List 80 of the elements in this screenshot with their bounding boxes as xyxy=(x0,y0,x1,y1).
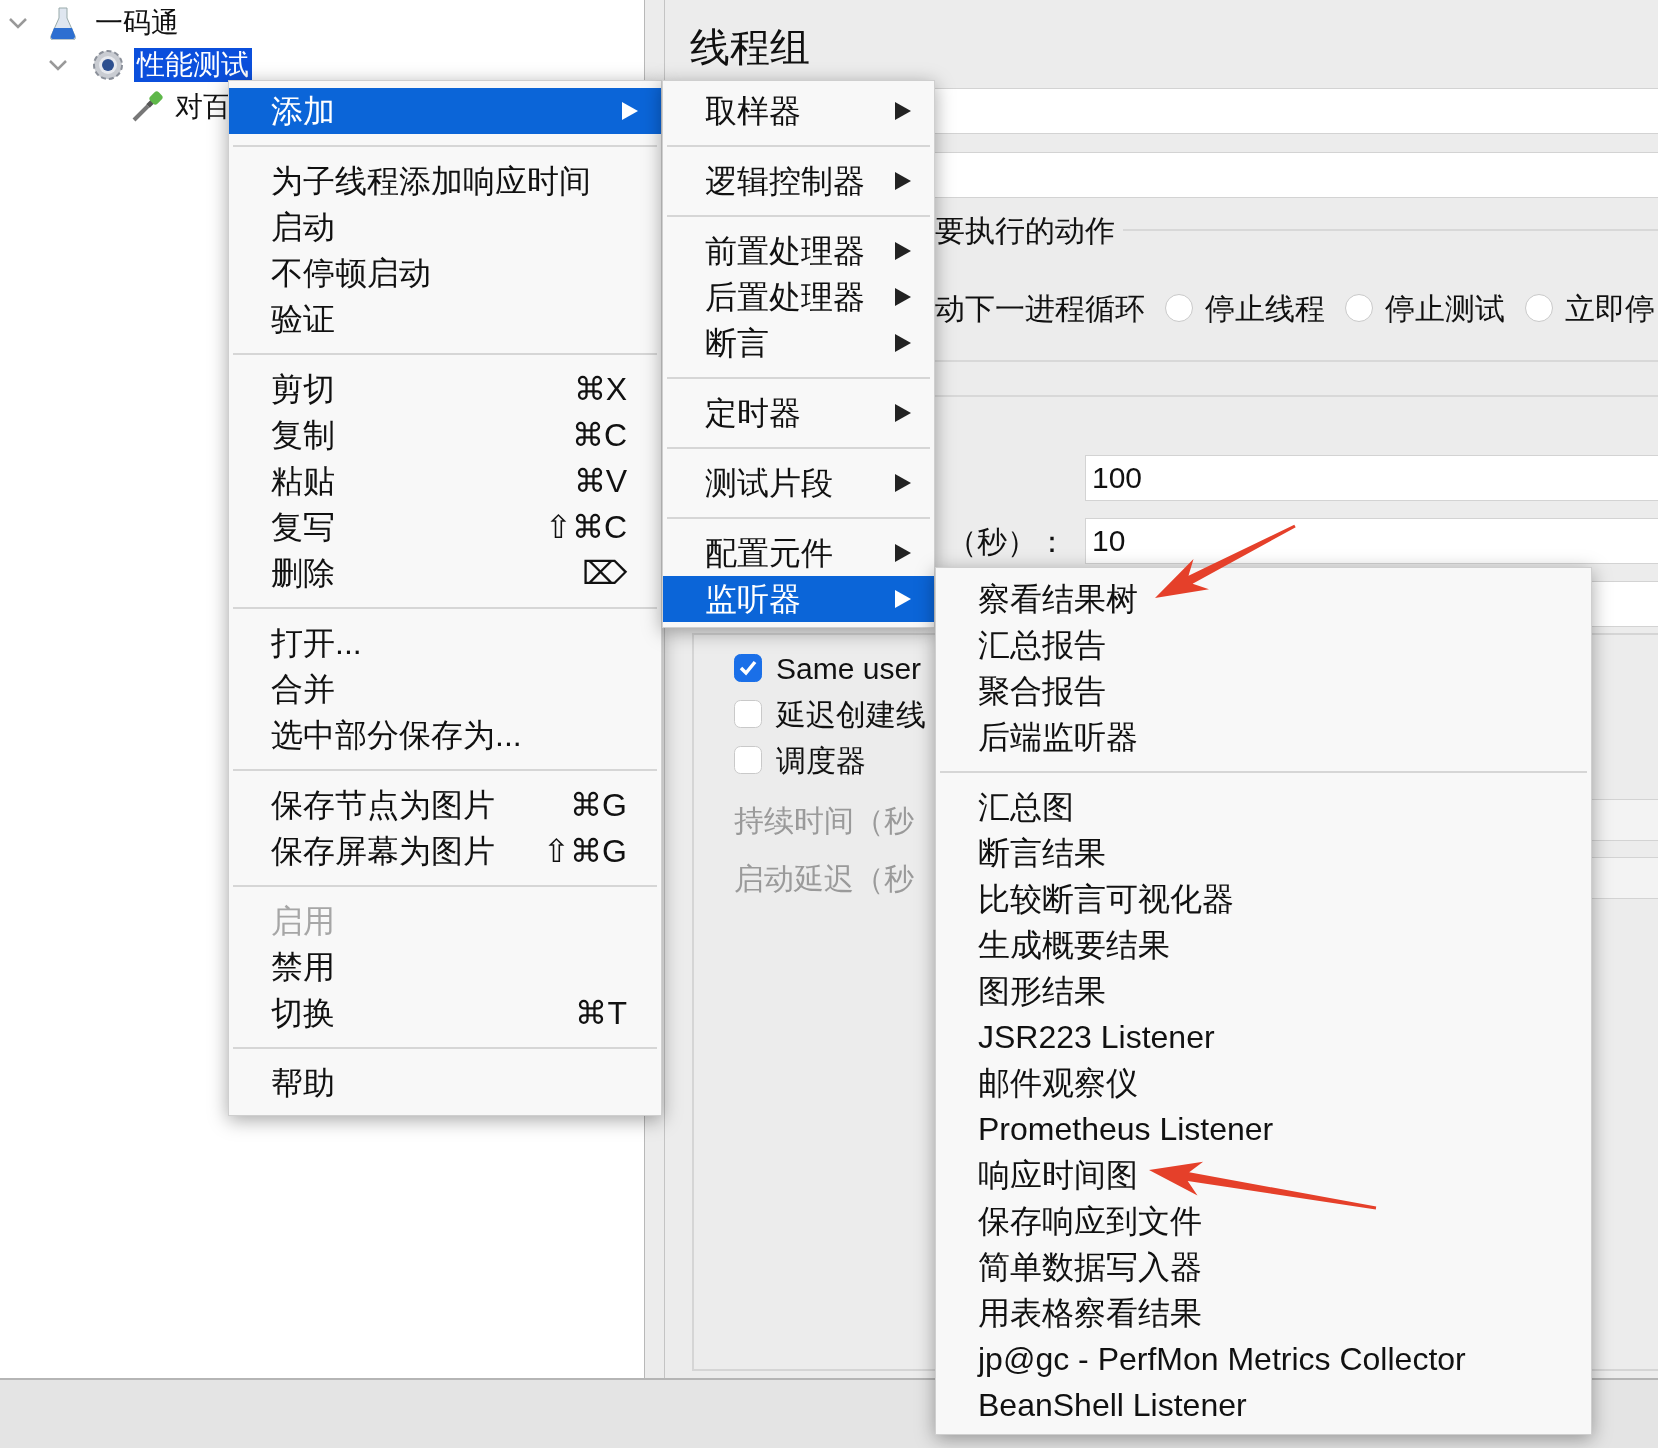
menu-item[interactable]: 察看结果树 xyxy=(936,576,1591,622)
chevron-icon[interactable] xyxy=(48,58,68,72)
menu-item[interactable]: 保存屏幕为图片 ⇧⌘G xyxy=(229,828,661,874)
menu-item[interactable]: 简单数据写入器 xyxy=(936,1244,1591,1290)
menu-item[interactable]: 断言 xyxy=(663,320,934,366)
menu-item[interactable]: 测试片段 xyxy=(663,460,934,506)
gear-icon xyxy=(90,47,126,83)
tree-item[interactable]: 性能测试 xyxy=(134,48,252,82)
menu-item[interactable]: 选中部分保存为... xyxy=(229,712,661,758)
menu-item[interactable]: 响应时间图 xyxy=(936,1152,1591,1198)
input-field[interactable]: 10 xyxy=(1085,518,1658,564)
menu-item[interactable]: 删除 ⌦ xyxy=(229,550,661,596)
menu-item[interactable]: 剪切 ⌘X xyxy=(229,366,661,412)
panel-title: 线程组 xyxy=(690,24,811,71)
menu-item[interactable]: 断言结果 xyxy=(936,830,1591,876)
field-label: 持续时间（秒 xyxy=(734,802,914,839)
menu-item[interactable]: 复写 ⇧⌘C xyxy=(229,504,661,550)
menu-item[interactable]: JSR223 Listener xyxy=(936,1014,1591,1060)
radio-label: 停止线程 xyxy=(1205,290,1325,327)
menu-item[interactable]: 粘贴 ⌘V xyxy=(229,458,661,504)
menu-item[interactable]: 监听器 xyxy=(663,576,934,622)
menu-item[interactable]: 不停顿启动 xyxy=(229,250,661,296)
radio-button[interactable] xyxy=(1345,294,1373,322)
menu-item[interactable]: 保存响应到文件 xyxy=(936,1198,1591,1244)
menu-item[interactable]: jp@gc - PerfMon Metrics Collector xyxy=(936,1336,1591,1382)
menu-item[interactable]: 用表格察看结果 xyxy=(936,1290,1591,1336)
menu-item[interactable]: 切换 ⌘T xyxy=(229,990,661,1036)
shortcut: ⌘T xyxy=(575,994,628,1033)
menu-item[interactable]: 后端监听器 xyxy=(936,714,1591,760)
group-legend: 要执行的动作 xyxy=(935,207,1115,253)
menu-item[interactable]: 汇总图 xyxy=(936,784,1591,830)
menu-item[interactable]: 启动 xyxy=(229,204,661,250)
menu-item[interactable]: 后置处理器 xyxy=(663,274,934,320)
checkbox-label: Same user xyxy=(776,650,922,687)
menu-item[interactable]: BeanShell Listener xyxy=(936,1382,1591,1428)
menu-item[interactable]: 逻辑控制器 xyxy=(663,158,934,204)
menu-item[interactable]: 生成概要结果 xyxy=(936,922,1591,968)
radio-button[interactable] xyxy=(1525,294,1553,322)
menu-item[interactable]: 打开... xyxy=(229,620,661,666)
radio-button[interactable] xyxy=(1165,294,1193,322)
menu-item[interactable]: 保存节点为图片 ⌘G xyxy=(229,782,661,828)
menu-item[interactable]: 聚合报告 xyxy=(936,668,1591,714)
menu-item[interactable]: 验证 xyxy=(229,296,661,342)
menu-item[interactable]: 取样器 xyxy=(663,88,934,134)
menu-item[interactable]: 帮助 xyxy=(229,1060,661,1106)
menu-item[interactable]: 合并 xyxy=(229,666,661,712)
menu-item[interactable]: Prometheus Listener xyxy=(936,1106,1591,1152)
checkbox[interactable] xyxy=(734,700,762,728)
shortcut: ⌘X xyxy=(573,370,628,409)
field-label: （秒）： xyxy=(947,524,1067,558)
menu-item[interactable]: 汇总报告 xyxy=(936,622,1591,668)
radio-label: 立即停 xyxy=(1565,290,1655,327)
input-field[interactable]: 100 xyxy=(1085,455,1658,501)
pipette-icon xyxy=(130,90,164,124)
flask-icon xyxy=(50,6,76,40)
shortcut: ⌘V xyxy=(573,462,628,501)
chevron-icon[interactable] xyxy=(8,16,28,30)
checkbox[interactable] xyxy=(734,654,762,682)
radio-label: 停止测试 xyxy=(1385,290,1505,327)
shortcut: ⌦ xyxy=(582,554,628,593)
menu-item[interactable]: 配置元件 xyxy=(663,530,934,576)
checkbox[interactable] xyxy=(734,746,762,774)
shortcut: ⇧⌘G xyxy=(543,832,628,871)
shortcut: ⌘G xyxy=(570,786,628,825)
menu-item[interactable]: 复制 ⌘C xyxy=(229,412,661,458)
menu-item[interactable]: 邮件观察仪 xyxy=(936,1060,1591,1106)
menu-item[interactable]: 比较断言可视化器 xyxy=(936,876,1591,922)
menu-item[interactable]: 禁用 xyxy=(229,944,661,990)
option-label: 动下一进程循环 xyxy=(935,290,1145,327)
menu-item[interactable]: 定时器 xyxy=(663,390,934,436)
menu-item[interactable]: 前置处理器 xyxy=(663,228,934,274)
shortcut: ⇧⌘C xyxy=(544,508,628,547)
menu-item[interactable]: 图形结果 xyxy=(936,968,1591,1014)
checkbox-label: 调度器 xyxy=(776,742,866,779)
tree-item[interactable]: 一码通 xyxy=(92,6,182,40)
menu-item[interactable]: 为子线程添加响应时间 xyxy=(229,158,661,204)
shortcut: ⌘C xyxy=(571,416,628,455)
menu-item[interactable]: 添加 xyxy=(229,88,661,134)
checkbox-label: 延迟创建线 xyxy=(776,696,926,733)
field-label: 启动延迟（秒 xyxy=(734,860,914,897)
